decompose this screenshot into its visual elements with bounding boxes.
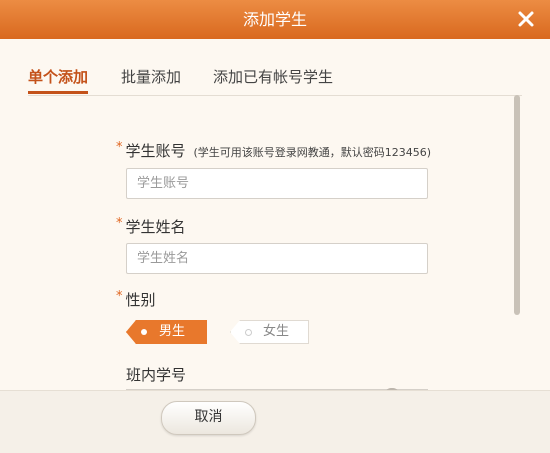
account-input[interactable] xyxy=(126,168,428,199)
account-hint: (学生可用该账号登录网教通，默认密码123456) xyxy=(193,146,432,159)
form-scroll-area: *学生账号(学生可用该账号登录网教通，默认密码123456) *学生姓名 *性别… xyxy=(0,96,514,390)
cancel-button[interactable]: 取消 xyxy=(161,401,256,435)
tab-bar: 单个添加 批量添加 添加已有帐号学生 xyxy=(28,64,522,96)
required-mark: * xyxy=(116,289,123,304)
add-student-dialog: 添加学生 单个添加 批量添加 添加已有帐号学生 * 学生账号 (学生可用该账号登录网… xyxy=(0,0,550,453)
gender-option-female-label: 女生 xyxy=(263,324,290,339)
close-icon[interactable] xyxy=(516,9,536,29)
gender-option-male[interactable]: 男生 xyxy=(126,320,207,344)
name-label-row: * 学生姓名 xyxy=(116,216,186,237)
radio-dot-icon xyxy=(245,329,252,336)
required-mark: * xyxy=(116,216,123,231)
name-input[interactable] xyxy=(126,243,428,274)
dialog-title-bar: 添加学生 xyxy=(0,0,550,39)
account-label: 学生账号 xyxy=(125,142,186,160)
required-mark: * xyxy=(116,140,123,155)
tab-add-existing[interactable]: 添加已有帐号学生 xyxy=(213,64,333,90)
class-number-label: 班内学号 xyxy=(126,366,187,384)
name-label: 学生姓名 xyxy=(125,218,186,236)
gender-label-row: * 性别 xyxy=(116,289,156,310)
dialog-footer: 取消 xyxy=(0,390,550,453)
tab-batch-add[interactable]: 批量添加 xyxy=(121,64,181,90)
radio-dot-icon xyxy=(141,329,147,335)
scrollbar[interactable] xyxy=(514,95,520,390)
gender-option-female[interactable]: 女生 xyxy=(230,320,309,344)
gender-label: 性别 xyxy=(125,291,156,309)
tab-single-add[interactable]: 单个添加 xyxy=(28,64,89,94)
scrollbar-thumb[interactable] xyxy=(514,95,520,315)
account-label-row: * 学生账号 (学生可用该账号登录网教通，默认密码123456) xyxy=(116,140,431,161)
gender-option-male-label: 男生 xyxy=(159,324,186,339)
dialog-title: 添加学生 xyxy=(242,10,307,29)
